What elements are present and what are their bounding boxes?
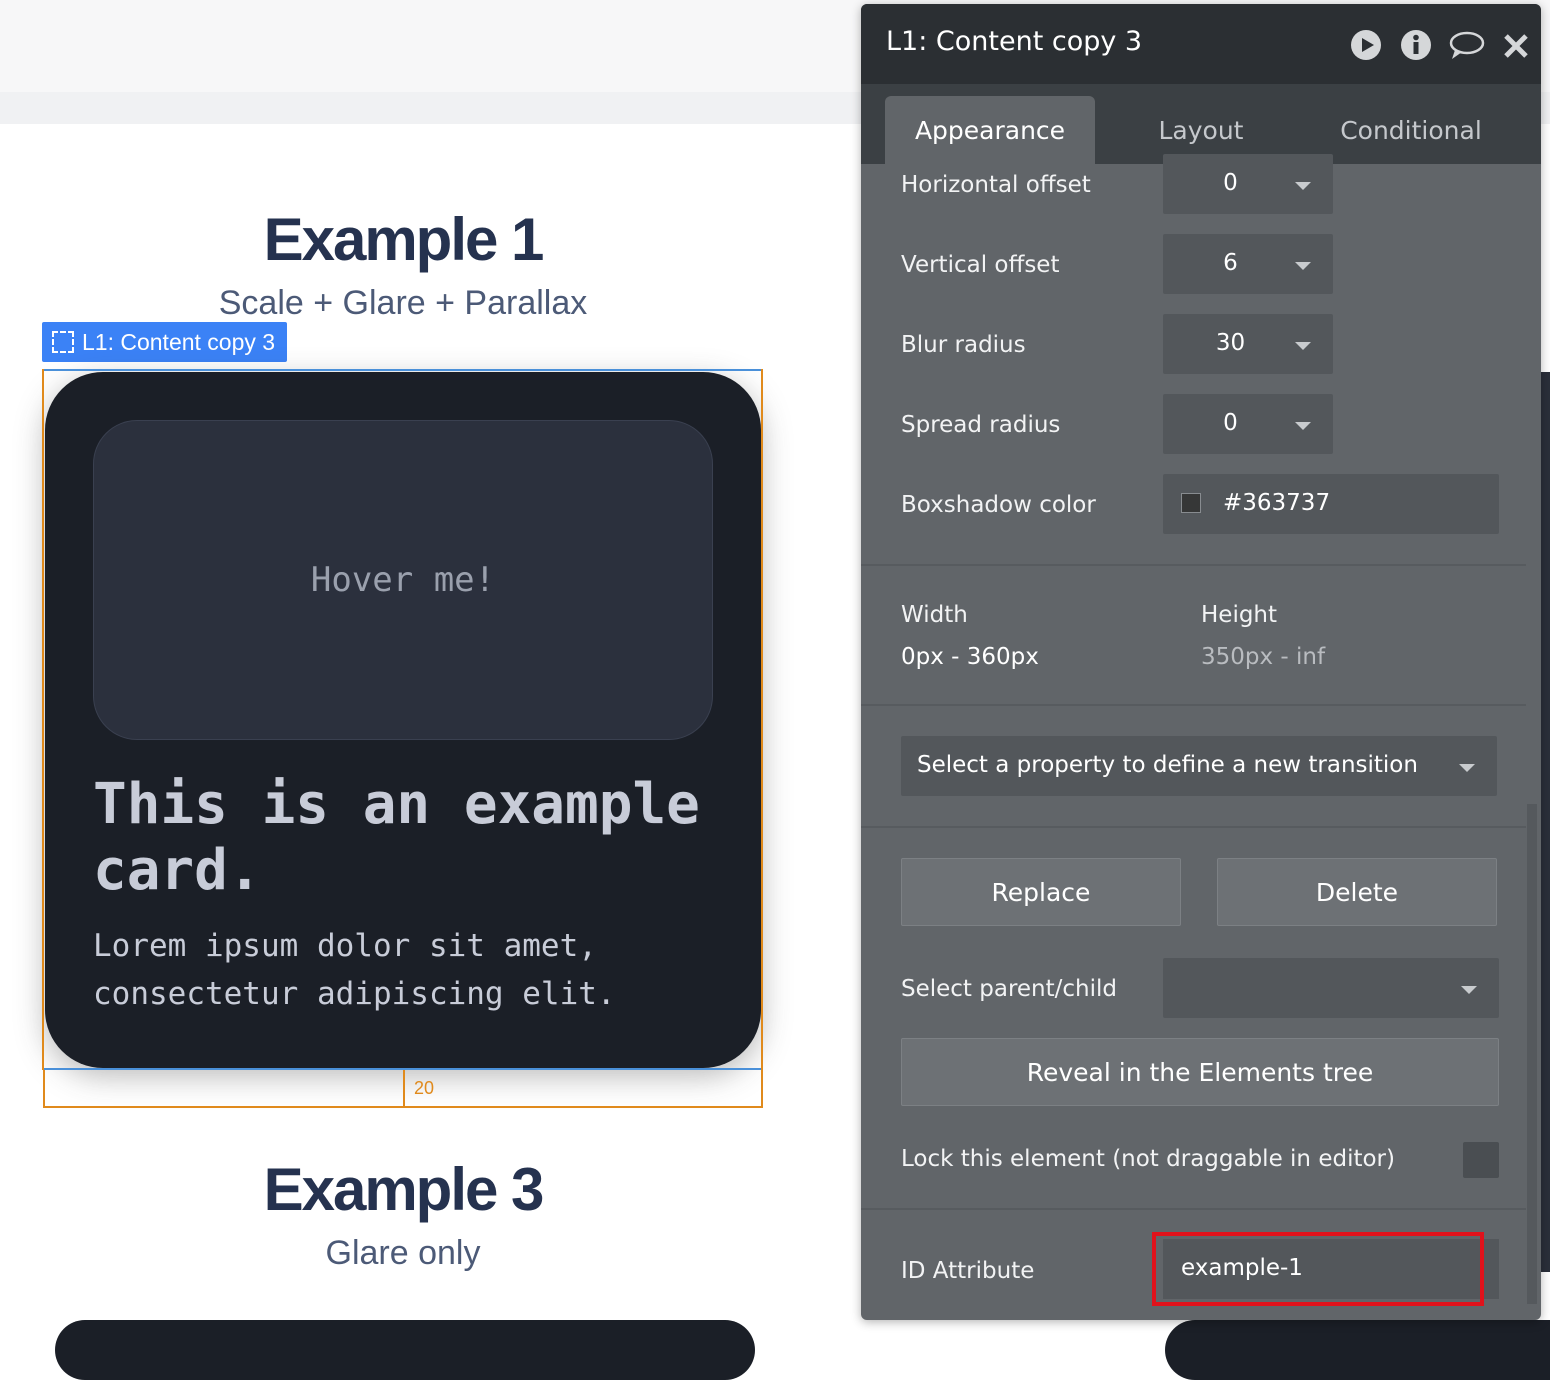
chevron-down-icon [1295,422,1311,430]
panel-title: L1: Content copy 3 [886,26,1143,57]
chevron-down-icon [1295,342,1311,350]
info-icon[interactable] [1400,29,1432,61]
tab-appearance[interactable]: Appearance [885,96,1095,164]
horizontal-offset-label: Horizontal offset [901,172,1091,198]
replace-button[interactable]: Replace [901,858,1181,926]
example4-card[interactable] [1165,1320,1550,1380]
width-label: Width [901,602,968,628]
color-swatch[interactable] [1181,493,1201,513]
spread-radius-value: 0 [1223,410,1238,436]
delete-button[interactable]: Delete [1217,858,1497,926]
example1-title: Example 1 [263,206,545,273]
blur-radius-value: 30 [1215,330,1246,356]
blur-radius-label: Blur radius [901,332,1026,358]
select-parent-label: Select parent/child [901,976,1118,1002]
spread-radius-label: Spread radius [901,412,1061,438]
tab-conditional[interactable]: Conditional [1306,96,1516,164]
chevron-down-icon [1295,182,1311,190]
example3-subtitle: Glare only [325,1234,481,1272]
divider [861,564,1526,566]
play-icon[interactable] [1350,29,1382,61]
panel-tabs: Appearance Layout Conditional [861,84,1541,164]
vertical-offset-value: 6 [1223,250,1238,276]
property-editor-panel: L1: Content copy 3 Appearance Layout Con… [861,4,1541,1320]
margin-guide-center [403,1070,405,1108]
example2-card-edge [1540,372,1550,1272]
reveal-elements-tree-button[interactable]: Reveal in the Elements tree [901,1038,1499,1106]
close-icon[interactable] [1502,32,1530,60]
lock-element-label: Lock this element (not draggable in edit… [901,1146,1395,1172]
blur-radius-dropdown[interactable]: 30 [1163,314,1333,374]
boxshadow-color-label: Boxshadow color [901,492,1096,518]
boxshadow-color-field[interactable]: #363737 [1163,474,1499,534]
select-parent-dropdown[interactable] [1163,958,1499,1018]
horizontal-offset-value: 0 [1223,170,1238,196]
chevron-down-icon [1461,986,1477,994]
transition-placeholder: Select a property to define a new transi… [917,752,1418,778]
transition-property-dropdown[interactable]: Select a property to define a new transi… [901,736,1497,796]
example1-subtitle: Scale + Glare + Parallax [218,284,588,322]
chevron-down-icon [1459,764,1475,772]
selection-tag[interactable]: L1: Content copy 3 [42,322,288,362]
margin-guide-right [761,369,763,1070]
margin-value: 20 [414,1078,435,1098]
vertical-offset-dropdown[interactable]: 6 [1163,234,1333,294]
panel-header: L1: Content copy 3 [861,4,1541,84]
height-value: 350px - inf [1201,644,1326,670]
divider [861,1208,1526,1210]
id-attribute-label: ID Attribute [901,1258,1035,1284]
example3-title: Example 3 [263,1156,545,1223]
height-label: Height [1201,602,1278,628]
vertical-offset-label: Vertical offset [901,252,1060,278]
id-attribute-highlight [1152,1232,1484,1306]
divider [861,704,1526,706]
example3-card[interactable] [55,1320,755,1380]
comment-icon[interactable] [1448,29,1486,61]
width-value: 0px - 360px [901,644,1039,670]
boxshadow-color-value: #363737 [1223,490,1331,516]
horizontal-offset-dropdown[interactable]: 0 [1163,154,1333,214]
chevron-down-icon [1295,262,1311,270]
dashed-box-icon [52,331,74,353]
lock-element-checkbox[interactable] [1463,1142,1499,1178]
panel-scrollbar[interactable] [1527,804,1537,1304]
selection-outline [42,369,763,1070]
spread-radius-dropdown[interactable]: 0 [1163,394,1333,454]
margin-guide-left [42,369,44,1070]
divider [861,826,1526,828]
selection-tag-label: L1: Content copy 3 [82,328,276,355]
